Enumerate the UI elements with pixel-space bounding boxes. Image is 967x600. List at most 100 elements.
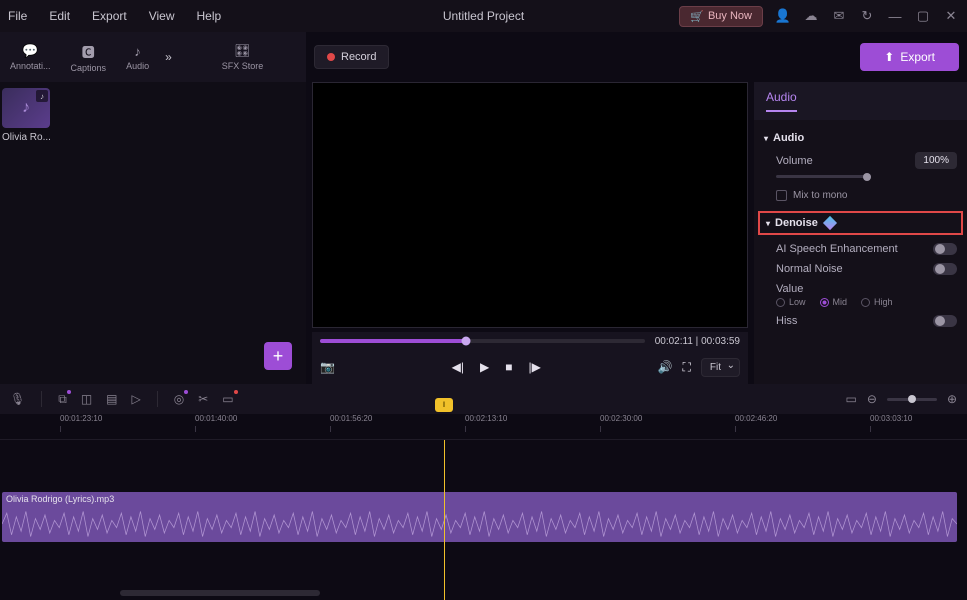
menu-export[interactable]: Export (92, 9, 127, 23)
hiss-label: Hiss (776, 315, 797, 327)
fullscreen-icon[interactable]: ⛶ (682, 360, 690, 375)
tab-sfx-store[interactable]: 🎛 SFX Store (212, 39, 274, 75)
premium-diamond-icon (823, 216, 837, 230)
minimize-icon[interactable]: — (887, 8, 903, 24)
marker-icon[interactable]: ▭ (846, 392, 857, 406)
normal-noise-toggle[interactable] (933, 263, 957, 275)
ai-speech-label: AI Speech Enhancement (776, 243, 898, 255)
properties-panel: Audio ▾ Audio Volume 100% Mix to mono ▾ … (754, 82, 967, 384)
volume-slider[interactable] (776, 175, 871, 178)
value-label: Value (776, 283, 803, 295)
ruler-mark: 00:02:13:10 (465, 414, 507, 423)
play-icon[interactable]: ▶ (480, 360, 489, 374)
next-frame-icon[interactable]: |▶ (528, 360, 540, 374)
radio-low-label: Low (789, 297, 806, 307)
close-icon[interactable]: ✕ (943, 8, 959, 24)
section-audio[interactable]: ▾ Audio (764, 128, 957, 148)
zoom-fit-select[interactable]: Fit (701, 358, 740, 377)
stop-icon[interactable]: ■ (505, 360, 512, 374)
export-label: Export (900, 50, 935, 64)
record-label: Record (341, 51, 376, 63)
properties-tab-audio[interactable]: Audio (766, 90, 797, 112)
waveform (2, 506, 957, 542)
prev-frame-icon[interactable]: ◀| (452, 360, 464, 374)
menu-view[interactable]: View (149, 9, 175, 23)
maximize-icon[interactable]: ▢ (915, 8, 931, 24)
tool-4-icon[interactable]: ▷ (132, 392, 141, 406)
media-item-label: Olivia Ro... (2, 132, 306, 143)
cart-icon: 🛒 (690, 10, 704, 23)
volume-label: Volume (776, 155, 813, 167)
captions-icon: 🅲 (82, 42, 95, 61)
tab-captions[interactable]: 🅲 Captions (61, 38, 117, 77)
section-label: Denoise (775, 217, 818, 229)
radio-low[interactable] (776, 298, 785, 307)
tool-3-icon[interactable]: ▤ (106, 392, 117, 406)
tab-audio[interactable]: ♪ Audio (116, 40, 159, 75)
timeline-ruler[interactable]: 00:01:23:10 00:01:40:00 00:01:56:20 00:0… (0, 414, 967, 440)
menu-help[interactable]: Help (197, 9, 222, 23)
buy-now-button[interactable]: 🛒 Buy Now (679, 6, 763, 27)
export-button[interactable]: ⬆ Export (860, 43, 959, 71)
radio-mid-label: Mid (833, 297, 848, 307)
ruler-mark: 00:02:30:00 (600, 414, 642, 423)
preview-progress-bar[interactable]: 00:02:11 | 00:03:59 (312, 332, 748, 350)
timeline-toolbar: 🎙 ⧉ ◫ ▤ ▷ ◎ ✂ ▭ ▭ ⊖ ⊕ (0, 384, 967, 414)
record-dot-icon (327, 53, 335, 61)
tool-1-icon[interactable]: ⧉ (58, 392, 67, 407)
caret-down-icon: ▾ (764, 134, 768, 143)
section-denoise[interactable]: ▾ Denoise (758, 211, 963, 235)
mix-to-mono-label: Mix to mono (793, 190, 847, 201)
audio-clip[interactable]: Olivia Rodrigo (Lyrics).mp3 (2, 492, 957, 542)
zoom-out-icon[interactable]: ⊖ (867, 392, 877, 406)
radio-mid[interactable] (820, 298, 829, 307)
buy-now-label: Buy Now (708, 10, 752, 22)
media-panel: ♪ Olivia Ro... + (0, 82, 306, 384)
refresh-icon[interactable]: ↻ (859, 8, 875, 24)
preview-canvas (312, 82, 748, 328)
menu-edit[interactable]: Edit (49, 9, 70, 23)
clip-title: Olivia Rodrigo (Lyrics).mp3 (6, 494, 114, 504)
ai-speech-toggle[interactable] (933, 243, 957, 255)
export-icon: ⬆ (884, 50, 894, 64)
menu-file[interactable]: File (8, 9, 27, 23)
tab-label: Annotati... (10, 61, 51, 71)
timeline-tracks[interactable]: ‖ Olivia Rodrigo (Lyrics).mp3 (0, 440, 967, 600)
zoom-in-icon[interactable]: ⊕ (947, 392, 957, 406)
volume-value: 100% (915, 152, 957, 169)
ruler-mark: 00:03:03:10 (870, 414, 912, 423)
caret-down-icon: ▾ (766, 219, 770, 228)
playhead-handle[interactable]: ‖ (435, 398, 453, 412)
preview-panel: 00:02:11 | 00:03:59 📷 ◀| ▶ ■ |▶ 🔊 ⛶ Fit (306, 82, 754, 384)
main-area: ♪ Olivia Ro... + 00:02:11 | 00:03:59 📷 ◀… (0, 82, 967, 384)
ruler-mark: 00:01:56:20 (330, 414, 372, 423)
account-icon[interactable]: 👤 (775, 8, 791, 24)
cloud-icon[interactable]: ☁ (803, 8, 819, 24)
mix-to-mono-checkbox[interactable] (776, 190, 787, 201)
mic-icon[interactable]: 🎙 (10, 392, 25, 406)
tool-2-icon[interactable]: ◫ (81, 392, 92, 406)
volume-icon[interactable]: 🔊 (658, 360, 673, 374)
hiss-toggle[interactable] (933, 315, 957, 327)
ruler-mark: 00:01:23:10 (60, 414, 102, 423)
snapshot-icon[interactable]: 📷 (320, 360, 335, 374)
more-tabs-icon[interactable]: » (165, 50, 172, 64)
radio-high-label: High (874, 297, 893, 307)
tool-5-icon[interactable]: ◎ (174, 392, 184, 406)
music-badge-icon: ♪ (36, 90, 48, 102)
tab-label: SFX Store (222, 61, 264, 71)
media-thumbnail[interactable]: ♪ (2, 88, 50, 128)
preview-current-time: 00:02:11 (655, 336, 693, 347)
timeline-scrollbar[interactable] (120, 590, 320, 596)
tab-label: Audio (126, 61, 149, 71)
add-media-button[interactable]: + (264, 342, 292, 370)
cut-icon[interactable]: ✂ (198, 392, 208, 406)
mail-icon[interactable]: ✉ (831, 8, 847, 24)
tab-annotations[interactable]: 💬 Annotati... (0, 39, 61, 75)
tool-6-icon[interactable]: ▭ (222, 392, 233, 406)
zoom-slider[interactable] (887, 398, 937, 401)
radio-high[interactable] (861, 298, 870, 307)
audio-icon: ♪ (134, 44, 141, 59)
preview-total-time: 00:03:59 (701, 336, 740, 347)
record-button[interactable]: Record (314, 45, 389, 69)
